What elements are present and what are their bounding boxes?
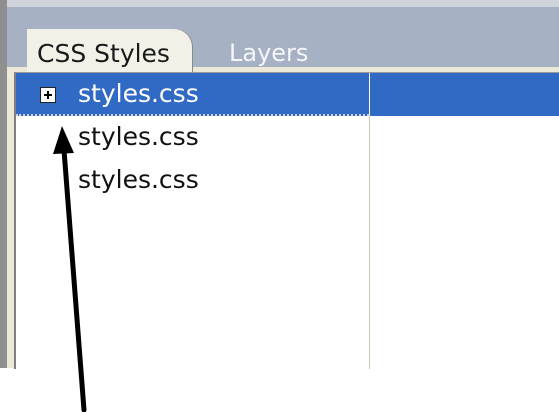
panel-tab-bar: CSS Styles Layers xyxy=(7,7,559,74)
plus-expand-icon[interactable] xyxy=(40,87,56,103)
list-item-styles-css-1[interactable]: styles.css xyxy=(16,73,559,116)
tab-css-styles-label: CSS Styles xyxy=(37,39,170,68)
list-item-label: styles.css xyxy=(78,165,199,194)
list-item-label: styles.css xyxy=(78,122,199,151)
panel-left-edge xyxy=(0,0,7,368)
list-item-styles-css-2[interactable]: styles.css xyxy=(16,116,559,159)
style-list: styles.css styles.css styles.css xyxy=(14,72,559,369)
column-divider-selected xyxy=(369,73,370,116)
list-item-styles-css-3[interactable]: styles.css xyxy=(16,159,559,202)
css-styles-panel: CSS Styles Layers styles.css styles.css … xyxy=(0,0,559,369)
tab-layers[interactable]: Layers xyxy=(229,39,308,67)
list-item-label: styles.css xyxy=(78,79,199,108)
panel-top-strip xyxy=(7,0,559,7)
